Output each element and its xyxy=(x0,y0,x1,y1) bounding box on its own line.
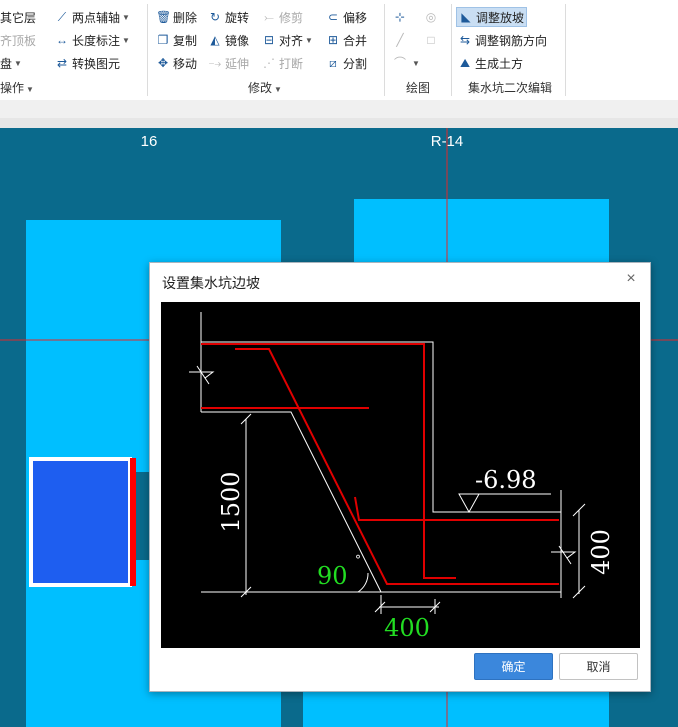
group-title-operation[interactable]: 操作 ▼ xyxy=(0,80,40,96)
angle-value[interactable]: 90 xyxy=(317,562,348,590)
dimension-icon: ↔ xyxy=(56,33,68,47)
ribbon-group-operation: 其它层 ⟋ 两点辅轴 ▼ 齐顶板 ↔ 长度标注 ▼ 盘 ▼ ⇄ 转换图元 操作 ▼ xyxy=(0,0,147,100)
depth-label[interactable]: 1500 xyxy=(217,471,245,532)
ribbon-toolbar: 其它层 ⟋ 两点辅轴 ▼ 齐顶板 ↔ 长度标注 ▼ 盘 ▼ ⇄ 转换图元 操作 ▼ 🗑 删除 ❐… xyxy=(0,0,678,100)
chevron-down-icon: ▼ xyxy=(122,12,130,22)
selected-pit-edge[interactable] xyxy=(130,458,136,586)
other-layer-button[interactable]: 其它层 xyxy=(0,7,53,27)
width-value[interactable]: 400 xyxy=(384,614,430,642)
group-title-pit-edit: 集水坑二次编辑 xyxy=(467,81,552,95)
slope-section-drawing: 1500 400 400 -6.98 90 ° xyxy=(189,312,615,642)
selected-pit[interactable] xyxy=(33,461,128,583)
slope-icon: ◣ xyxy=(461,10,471,24)
axis-icon: ⟋ xyxy=(57,10,67,24)
degree-symbol: ° xyxy=(355,553,361,567)
ribbon-separator xyxy=(451,4,452,96)
two-point-aux-axis-button[interactable]: ⟋ 两点辅轴 ▼ xyxy=(53,7,132,27)
arc-icon: ⌒ xyxy=(393,56,406,70)
align-button[interactable]: ⊟ 对齐 ▼ xyxy=(260,30,315,50)
offset-button[interactable]: ⊂ 偏移 xyxy=(324,7,369,27)
chevron-down-icon: ▼ xyxy=(122,35,130,45)
extend-icon: ⤍ xyxy=(208,56,222,70)
canvas-top-strip-shade xyxy=(0,118,678,128)
ribbon-separator xyxy=(565,4,566,96)
canvas-top-strip xyxy=(0,100,678,118)
rebar-outer xyxy=(201,343,456,579)
mirror-icon: ◭ xyxy=(210,33,220,47)
trim-icon: ⤚ xyxy=(264,10,274,24)
ribbon-separator xyxy=(384,4,385,96)
chevron-down-icon: ▼ xyxy=(14,58,22,68)
circle-icon: ◎ xyxy=(425,10,437,24)
slope-preview-panel: 1500 400 400 -6.98 90 ° xyxy=(161,302,640,648)
group-title-draw: 绘图 xyxy=(405,81,430,95)
circle-draw-button[interactable]: ◎ xyxy=(422,7,443,27)
rebar-direction-icon: ⇆ xyxy=(459,33,471,47)
elevation-label: -6.98 xyxy=(475,466,537,494)
split-button[interactable]: ⧄ 分割 xyxy=(324,53,369,73)
generate-earthwork-button[interactable]: ⛰ 生成土方 xyxy=(456,53,525,73)
convert-icon: ⇄ xyxy=(56,56,68,70)
earthwork-icon: ⛰ xyxy=(459,56,471,70)
point-icon: ⊹ xyxy=(394,10,406,24)
adjust-slope-button[interactable]: ◣ 调整放坡 xyxy=(456,7,528,27)
cancel-button[interactable]: 取消 xyxy=(559,653,638,680)
rotate-button[interactable]: ↻ 旋转 xyxy=(206,7,251,27)
align-icon: ⊟ xyxy=(263,33,275,47)
ribbon-group-draw: ⊹ ◎ ╱ □ ⌒ ▼ 绘图 xyxy=(386,0,450,100)
length-dimension-button[interactable]: ↔ 长度标注 ▼ xyxy=(53,30,132,50)
move-icon: ✥ xyxy=(157,56,169,70)
group-title-modify[interactable]: 修改 ▼ xyxy=(240,80,290,96)
delete-icon: 🗑 xyxy=(156,10,172,24)
set-pit-slope-dialog: 设置集水坑边坡 × 1500 400 400 -6.98 90 ° 确定 取消 xyxy=(149,262,651,692)
offset-icon: ⊂ xyxy=(327,10,339,24)
adjust-rebar-direction-button[interactable]: ⇆ 调整钢筋方向 xyxy=(456,30,549,50)
extend-button[interactable]: ⤍ 延伸 xyxy=(206,53,251,73)
mirror-button[interactable]: ◭ 镜像 xyxy=(206,30,251,50)
ok-button[interactable]: 确定 xyxy=(474,653,553,680)
delete-button[interactable]: 🗑 删除 xyxy=(154,7,199,27)
rotate-icon: ↻ xyxy=(209,10,221,24)
align-top-slab-button[interactable]: 齐顶板 xyxy=(0,30,53,50)
axis-label-16: 16 xyxy=(141,133,158,150)
split-icon: ⧄ xyxy=(329,56,337,70)
merge-icon: ⊞ xyxy=(327,33,339,47)
move-button[interactable]: ✥ 移动 xyxy=(154,53,199,73)
ribbon-group-pit-edit: ◣ 调整放坡 ⇆ 调整钢筋方向 ⛰ 生成土方 集水坑二次编辑 xyxy=(454,0,564,100)
merge-button[interactable]: ⊞ 合并 xyxy=(324,30,369,50)
chevron-down-icon: ▼ xyxy=(412,58,420,68)
copy-icon: ❐ xyxy=(157,33,169,47)
elevation-triangle xyxy=(458,493,480,514)
dialog-title: 设置集水坑边坡 xyxy=(162,275,260,291)
line-icon: ╱ xyxy=(396,33,404,47)
ribbon-group-modify: 🗑 删除 ❐ 复制 ✥ 移动 ↻ 旋转 ◭ 镜像 ⤍ 延伸 ⤚ 修剪 ⊟ 对齐 ▼ ⋰ 打断 ⊂ 偏移… xyxy=(150,0,382,100)
arc-draw-button[interactable]: ⌒ ▼ xyxy=(391,53,422,73)
trim-button[interactable]: ⤚ 修剪 xyxy=(260,7,305,27)
line-draw-button[interactable]: ╱ xyxy=(391,30,412,50)
slab-bottom xyxy=(303,692,593,727)
rectangle-draw-button[interactable]: □ xyxy=(422,30,443,50)
copy-button[interactable]: ❐ 复制 xyxy=(154,30,199,50)
ribbon-separator xyxy=(147,4,148,96)
axis-label-r14: R-14 xyxy=(431,133,464,150)
close-icon[interactable]: × xyxy=(622,270,640,288)
rebar-inner xyxy=(354,496,559,521)
point-draw-button[interactable]: ⊹ xyxy=(391,7,412,27)
rectangle-icon: □ xyxy=(427,33,435,47)
break-icon: ⋰ xyxy=(263,56,275,70)
chevron-down-icon: ▼ xyxy=(274,85,282,94)
chevron-down-icon: ▼ xyxy=(26,85,34,94)
plate-button[interactable]: 盘 ▼ xyxy=(0,53,53,73)
break-button[interactable]: ⋰ 打断 xyxy=(260,53,305,73)
thickness-label: 400 xyxy=(587,529,615,575)
angle-arc xyxy=(357,572,369,593)
convert-element-button[interactable]: ⇄ 转换图元 xyxy=(53,53,122,73)
break-symbol-right xyxy=(551,545,577,565)
chevron-down-icon: ▼ xyxy=(305,35,313,45)
